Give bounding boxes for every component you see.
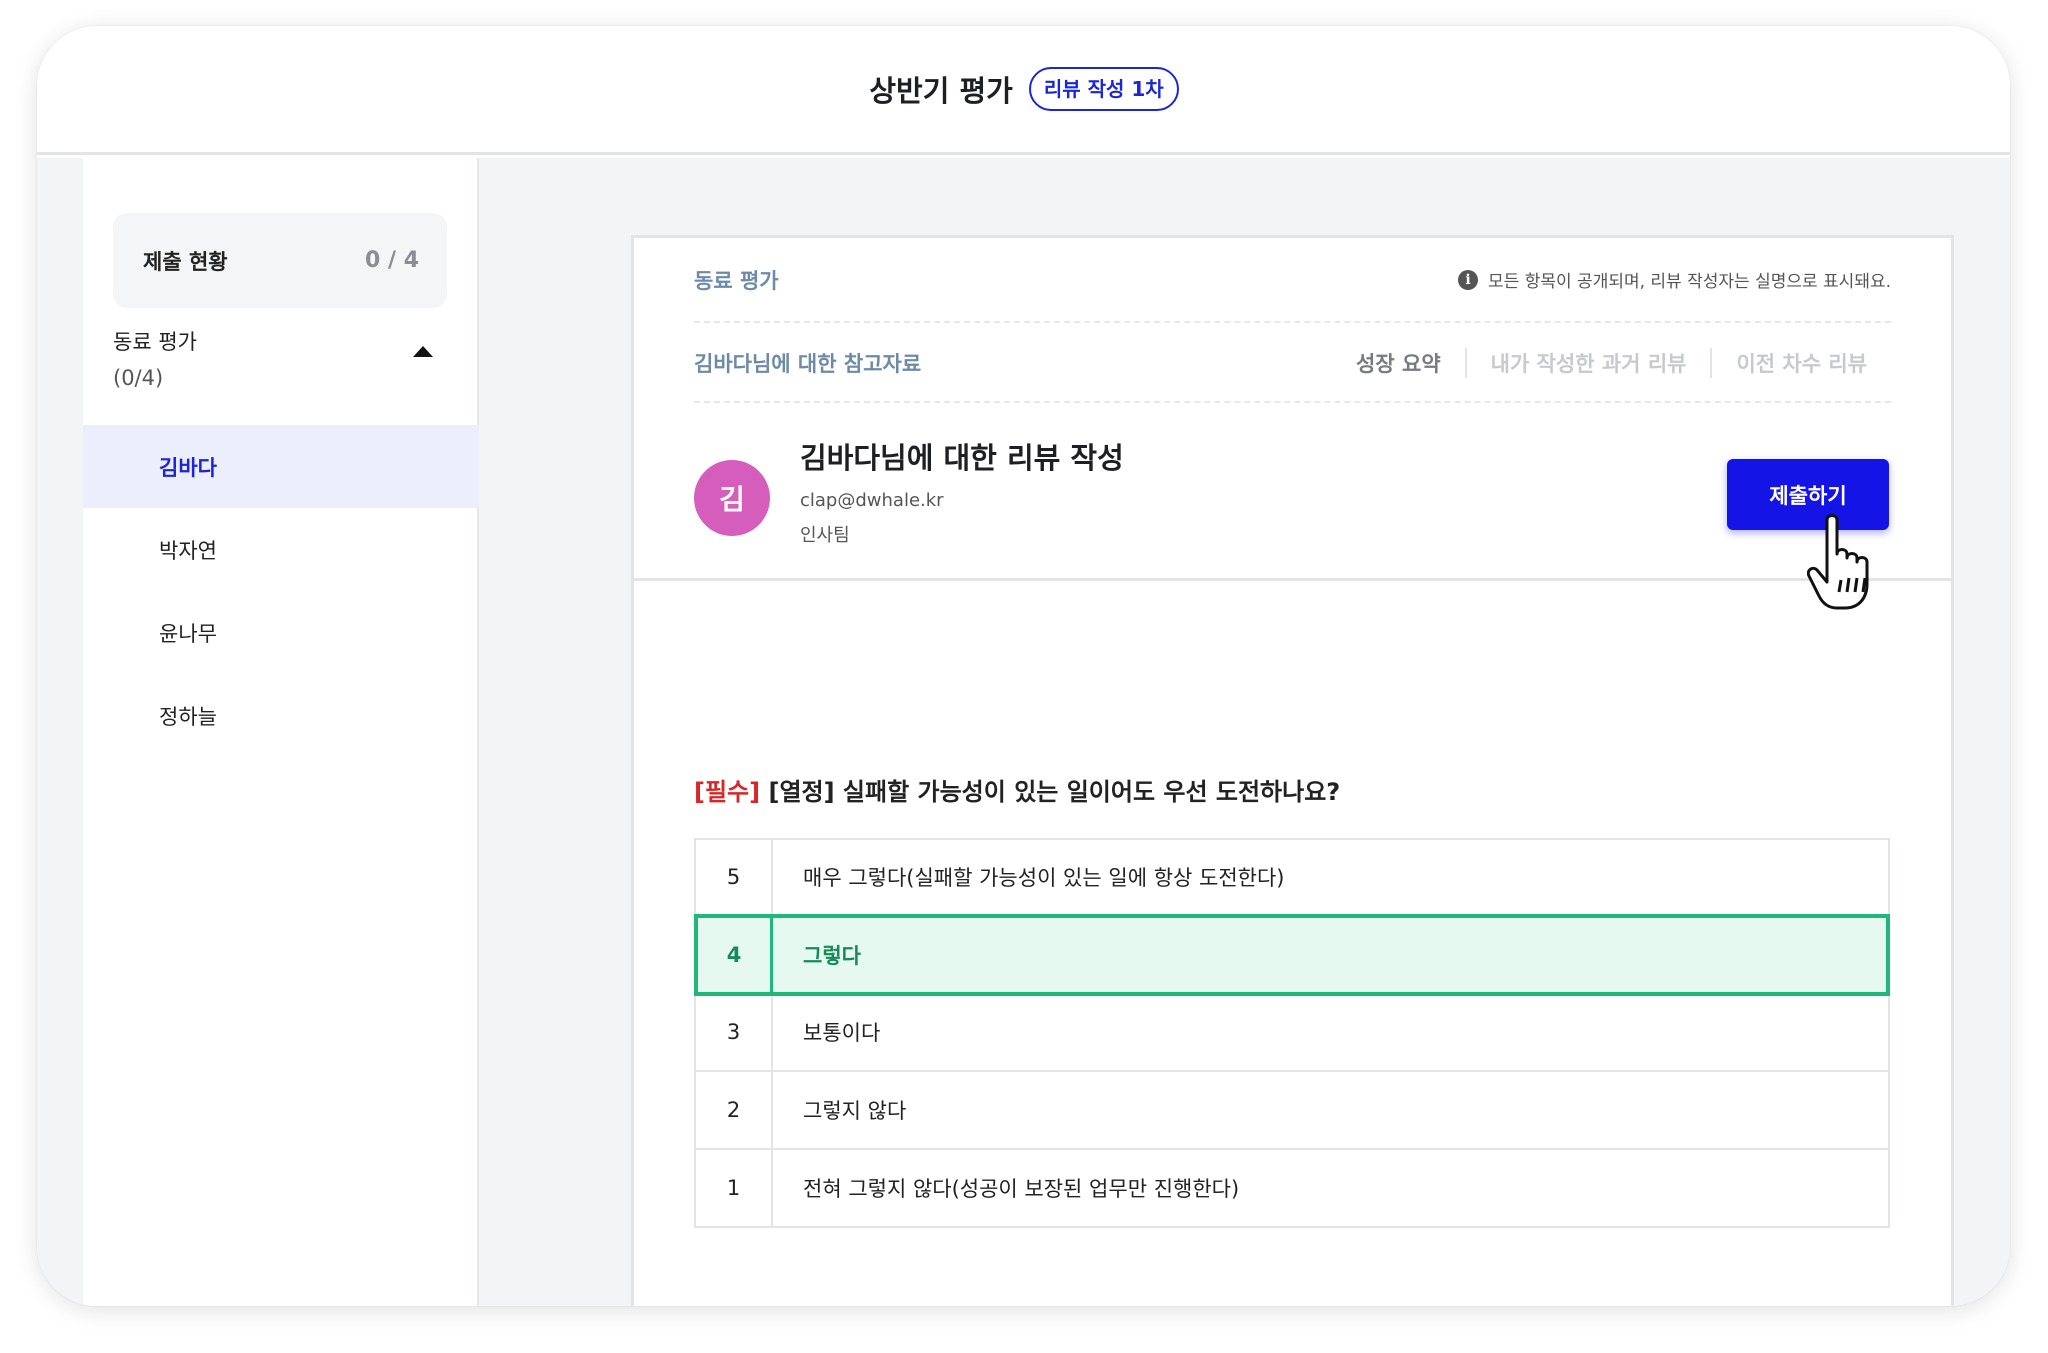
- rating-label: 보통이다: [803, 1021, 881, 1045]
- rating-label: 매우 그렇다(실패할 가능성이 있는 일에 항상 도전한다): [803, 866, 1285, 890]
- tab-previous-round-reviews[interactable]: 이전 차수 리뷰: [1712, 348, 1891, 378]
- rating-option-3[interactable]: 3 보통이다: [694, 994, 1890, 1072]
- rating-score: 2: [696, 1072, 773, 1148]
- sidebar-item-parkjayeon[interactable]: 박자연: [83, 508, 479, 591]
- review-card: 동료 평가 i 모든 항목이 공개되며, 리뷰 작성자는 실명으로 표시돼요. …: [631, 235, 1954, 1306]
- question-title: [필수] [열정] 실패할 가능성이 있는 일이어도 우선 도전하나요?: [694, 772, 1340, 807]
- reviewee-profile: 김 김바다님에 대한 리뷰 작성 clap@dwhale.kr 인사팀: [694, 438, 1124, 547]
- question-text: [열정] 실패할 가능성이 있는 일이어도 우선 도전하나요?: [768, 778, 1341, 806]
- top-bar: 상반기 평가 리뷰 작성 1차: [37, 26, 2010, 155]
- rating-option-1[interactable]: 1 전혀 그렇지 않다(성공이 보장된 업무만 진행한다): [694, 1150, 1890, 1228]
- caret-up-icon[interactable]: [413, 346, 433, 357]
- peer-review-group-title: 동료 평가: [113, 330, 197, 354]
- reviewee-list: 김바다 박자연 윤나무 정하늘: [83, 425, 479, 757]
- sidebar-item-jeonghaneul[interactable]: 정하늘: [83, 674, 479, 757]
- rating-option-5[interactable]: 5 매우 그렇다(실패할 가능성이 있는 일에 항상 도전한다): [694, 838, 1890, 916]
- sidebar-gutter: [37, 158, 83, 1306]
- rating-label: 그렇다: [803, 944, 861, 968]
- rating-option-4[interactable]: 4 그렇다: [694, 914, 1890, 996]
- hand-pointer-icon: [1807, 514, 1869, 610]
- app-window: 상반기 평가 리뷰 작성 1차 제출 현황 0 / 4 동료 평가 (0/4) …: [37, 26, 2010, 1306]
- sidebar: 제출 현황 0 / 4 동료 평가 (0/4) 김바다 박자연 윤나무 정하늘: [83, 158, 479, 1306]
- main-area: 동료 평가 i 모든 항목이 공개되며, 리뷰 작성자는 실명으로 표시돼요. …: [479, 158, 2010, 1306]
- rating-score: 5: [696, 840, 773, 914]
- rating-label: 그렇지 않다: [803, 1099, 907, 1123]
- rating-label: 전혀 그렇지 않다(성공이 보장된 업무만 진행한다): [803, 1177, 1240, 1201]
- submission-status-count: 0 / 4: [365, 248, 419, 273]
- tab-growth-summary[interactable]: 성장 요약: [1332, 348, 1465, 378]
- rating-options: 5 매우 그렇다(실패할 가능성이 있는 일에 항상 도전한다) 4 그렇다 3…: [694, 838, 1890, 1228]
- info-icon: i: [1458, 269, 1479, 290]
- section-header-row: 동료 평가 i 모든 항목이 공개되며, 리뷰 작성자는 실명으로 표시돼요.: [694, 238, 1891, 323]
- rating-score: 4: [698, 918, 773, 992]
- reviewee-department: 인사팀: [800, 525, 850, 546]
- rating-option-2[interactable]: 2 그렇지 않다: [694, 1072, 1890, 1150]
- review-card-header: 동료 평가 i 모든 항목이 공개되며, 리뷰 작성자는 실명으로 표시돼요. …: [634, 238, 1951, 581]
- submission-status-card: 제출 현황 0 / 4: [113, 213, 447, 308]
- visibility-notice-text: 모든 항목이 공개되며, 리뷰 작성자는 실명으로 표시돼요.: [1488, 272, 1891, 292]
- round-badge: 리뷰 작성 1차: [1028, 67, 1179, 111]
- reviewee-email: clap@dwhale.kr: [800, 490, 944, 511]
- section-label: 동료 평가: [694, 268, 779, 293]
- reference-tabs: 성장 요약 내가 작성한 과거 리뷰 이전 차수 리뷰: [1332, 348, 1891, 378]
- profile-text: 김바다님에 대한 리뷰 작성 clap@dwhale.kr 인사팀: [800, 438, 1124, 547]
- review-title: 김바다님에 대한 리뷰 작성: [800, 441, 1124, 475]
- sidebar-item-yunnamu[interactable]: 윤나무: [83, 591, 479, 674]
- reference-row: 김바다님에 대한 참고자료 성장 요약 내가 작성한 과거 리뷰 이전 차수 리…: [694, 325, 1891, 403]
- rating-score: 3: [696, 994, 773, 1070]
- avatar: 김: [694, 460, 770, 536]
- page-title: 상반기 평가: [869, 74, 1013, 108]
- sidebar-item-kimbada[interactable]: 김바다: [83, 425, 479, 508]
- rating-score: 1: [696, 1150, 773, 1226]
- tab-my-past-reviews[interactable]: 내가 작성한 과거 리뷰: [1467, 348, 1711, 378]
- visibility-notice: i 모든 항목이 공개되며, 리뷰 작성자는 실명으로 표시돼요.: [1458, 267, 1891, 292]
- submission-status-label: 제출 현황: [143, 249, 228, 274]
- peer-review-group-toggle[interactable]: 동료 평가 (0/4): [113, 326, 447, 394]
- title-group: 상반기 평가 리뷰 작성 1차: [869, 67, 1179, 111]
- peer-review-group-count: (0/4): [113, 366, 164, 390]
- required-tag: [필수]: [694, 778, 761, 806]
- reference-label: 김바다님에 대한 참고자료: [694, 352, 922, 376]
